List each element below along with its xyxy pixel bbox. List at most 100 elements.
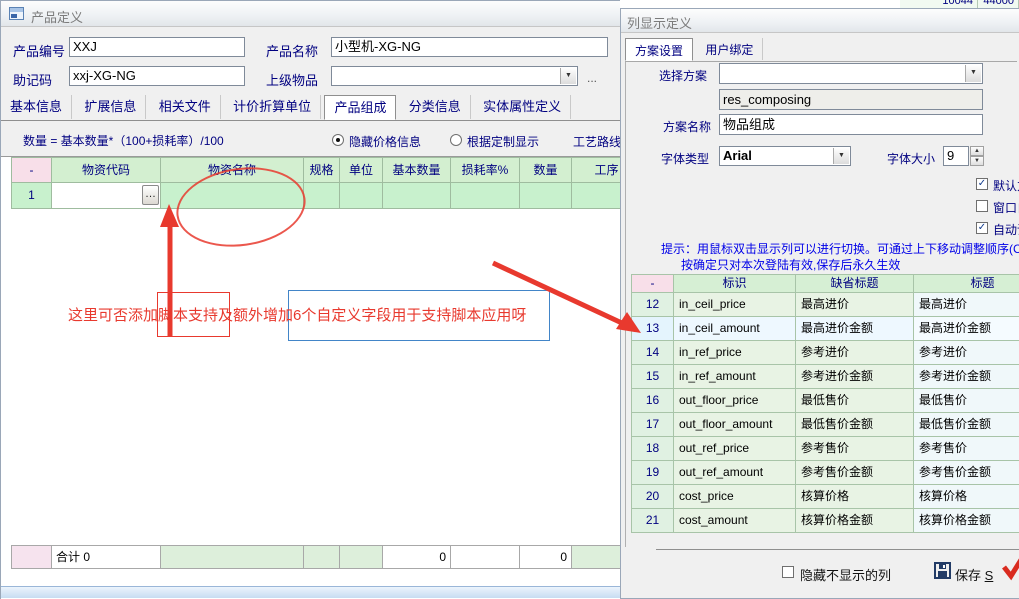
parent-item-browse-button[interactable]: ...	[587, 71, 597, 85]
dialog-titlebar[interactable]: 列显示定义	[621, 9, 1019, 33]
col-header-spec[interactable]: 规格	[304, 157, 340, 183]
mnemonic-input[interactable]: xxj-XG-NG	[69, 66, 245, 86]
product-code-input[interactable]: XXJ	[69, 37, 245, 57]
material-code-edit-cell[interactable]: …	[52, 183, 161, 209]
tab-scheme-settings[interactable]: 方案设置	[625, 38, 693, 61]
col-header-qty[interactable]: 数量	[520, 157, 572, 183]
col-header-base-qty[interactable]: 基本数量	[383, 157, 451, 183]
col-header-unit[interactable]: 单位	[340, 157, 383, 183]
row-number-cell[interactable]: 1	[11, 183, 52, 209]
font-size-input[interactable]: 9	[943, 146, 969, 166]
scheme-name-label: 方案名称	[663, 118, 711, 135]
product-name-label: 产品名称	[266, 41, 318, 60]
dialog-title: 列显示定义	[627, 13, 692, 32]
composition-option-bar: 数量 = 基本数量*（100+损耗率）/100 隐藏价格信息 根据定制显示 工艺…	[1, 121, 621, 157]
tab-classification-info[interactable]: 分类信息	[400, 95, 471, 119]
tab-user-binding[interactable]: 用户绑定	[696, 38, 763, 60]
save-button[interactable]: 保存 S	[955, 565, 993, 584]
dlg-col-header-default-title[interactable]: 缺省标题	[796, 274, 914, 293]
product-name-input[interactable]: 小型机-XG-NG	[331, 37, 608, 57]
quantity-formula-label: 数量 = 基本数量*（100+损耗率）/100	[23, 132, 224, 149]
custom-display-radio[interactable]	[450, 134, 462, 146]
composition-table-header: - 物资代码 物资名称 规格 单位 基本数量 损耗率% 数量 工序	[11, 157, 651, 183]
screen: 10044 44000 4 产品定义 产品编号 XXJ 产品名称 小型机-XG-…	[0, 0, 1019, 599]
summary-qty-total: 0	[520, 545, 572, 569]
window-auto-checkbox-label[interactable]: 窗口自	[993, 199, 1019, 216]
summary-total-cell: 合计 0	[52, 545, 161, 569]
product-window-title: 产品定义	[31, 7, 83, 26]
column-list-table: - 标识 缺省标题 标题 12in_ceil_price最高进价最高进价 13i…	[631, 274, 1019, 533]
hide-price-radio-label[interactable]: 隐藏价格信息	[349, 133, 421, 150]
auto-adjust-checkbox-label[interactable]: 自动调	[993, 221, 1019, 238]
unit-cell[interactable]	[340, 183, 383, 209]
window-auto-checkbox[interactable]	[976, 200, 988, 212]
tab-basic-info[interactable]: 基本信息	[1, 95, 72, 119]
column-row-18[interactable]: 18out_ref_price参考售价参考售价	[631, 437, 1019, 461]
tab-product-composition[interactable]: 产品组成	[324, 95, 396, 120]
hide-columns-checkbox-label[interactable]: 隐藏不显示的列	[800, 565, 891, 584]
dialog-divider	[656, 549, 1019, 550]
custom-display-radio-label[interactable]: 根据定制显示	[467, 133, 539, 150]
font-size-label: 字体大小	[887, 150, 935, 167]
default-checkbox[interactable]: ✓	[976, 178, 988, 190]
product-tabbar: 基本信息 扩展信息 相关文件 计价折算单位 产品组成 分类信息 实体属性定义 描…	[1, 94, 621, 121]
base-qty-cell[interactable]	[383, 183, 451, 209]
qty-cell[interactable]	[520, 183, 572, 209]
window-bottom-strip	[1, 586, 621, 598]
col-header-material-code[interactable]: 物资代码	[52, 157, 161, 183]
tab-extended-info[interactable]: 扩展信息	[75, 95, 146, 119]
table-id-field: res_composing	[719, 89, 983, 110]
font-size-stepper[interactable]: ▲ ▼	[970, 146, 984, 166]
background-cell: 44000 4	[978, 0, 1019, 8]
tab-entity-attribute-definition[interactable]: 实体属性定义	[474, 95, 571, 119]
column-row-21[interactable]: 21cost_amount核算价格金额核算价格金额	[631, 509, 1019, 533]
dlg-col-header-title[interactable]: 标题	[914, 274, 1019, 293]
column-row-16[interactable]: 16out_floor_price最低售价最低售价	[631, 389, 1019, 413]
composition-table: - 物资代码 物资名称 规格 单位 基本数量 损耗率% 数量 工序 1 …	[11, 157, 651, 209]
hint-line-1: 提示：用鼠标双击显示列可以进行切换。可通过上下移动调整顺序(C	[661, 240, 1019, 257]
background-cell: 10044	[900, 0, 978, 8]
col-header-loss-rate[interactable]: 损耗率%	[451, 157, 520, 183]
dropdown-arrow-icon[interactable]: ▼	[833, 148, 849, 164]
spinner-up-icon[interactable]: ▲	[970, 146, 984, 156]
hide-columns-checkbox[interactable]	[782, 566, 794, 578]
column-list-header: - 标识 缺省标题 标题	[631, 274, 1019, 293]
spinner-down-icon[interactable]: ▼	[970, 156, 984, 166]
product-code-label: 产品编号	[13, 41, 65, 60]
product-window-titlebar[interactable]: 产品定义	[1, 1, 620, 27]
column-row-20[interactable]: 20cost_price核算价格核算价格	[631, 485, 1019, 509]
annotation-note: 这里可否添加脚本支持及额外增加6个自定义字段用于支持脚本应用呀	[68, 304, 526, 325]
select-scheme-label: 选择方案	[659, 67, 707, 84]
parent-item-combobox[interactable]: ▼	[331, 66, 578, 86]
tab-pricing-unit[interactable]: 计价折算单位	[224, 95, 321, 119]
window-icon	[9, 7, 25, 21]
material-lookup-button[interactable]: …	[142, 185, 159, 205]
summary-blank-cell	[11, 545, 52, 569]
font-type-label: 字体类型	[661, 150, 709, 167]
column-row-14[interactable]: 14in_ref_price参考进价参考进价	[631, 341, 1019, 365]
column-row-17[interactable]: 17out_floor_amount最低售价金额最低售价金额	[631, 413, 1019, 437]
process-route-label[interactable]: 工艺路线	[573, 133, 621, 150]
select-scheme-combobox[interactable]: ▼	[719, 63, 983, 84]
hint-line-2: 按确定只对本次登陆有效,保存后永久生效	[681, 256, 900, 273]
column-row-15[interactable]: 15in_ref_amount参考进价金额参考进价金额	[631, 365, 1019, 389]
dropdown-arrow-icon[interactable]: ▼	[965, 65, 981, 82]
default-checkbox-label[interactable]: 默认方	[993, 177, 1019, 194]
dlg-col-header-id[interactable]: 标识	[674, 274, 796, 293]
scheme-name-input[interactable]: 物品组成	[719, 114, 983, 135]
font-type-combobox[interactable]: Arial ▼	[719, 146, 851, 166]
dlg-col-header-dash[interactable]: -	[631, 274, 674, 293]
auto-adjust-checkbox[interactable]: ✓	[976, 222, 988, 234]
save-icon	[934, 562, 951, 579]
column-row-12[interactable]: 12in_ceil_price最高进价最高进价	[631, 293, 1019, 317]
background-table-fragment: 10044 44000 4	[900, 0, 1019, 8]
spec-cell[interactable]	[304, 183, 340, 209]
column-row-13[interactable]: 13in_ceil_amount最高进价金额最高进价金额	[631, 317, 1019, 341]
loss-rate-cell[interactable]	[451, 183, 520, 209]
column-display-dialog: 列显示定义 方案设置 用户绑定 选择方案 ▼ res_composing 方案名…	[620, 8, 1019, 599]
hide-price-radio[interactable]	[332, 134, 344, 146]
col-header-dash[interactable]: -	[11, 157, 52, 183]
dropdown-arrow-icon[interactable]: ▼	[560, 68, 576, 84]
tab-related-files[interactable]: 相关文件	[150, 95, 221, 119]
column-row-19[interactable]: 19out_ref_amount参考售价金额参考售价金额	[631, 461, 1019, 485]
